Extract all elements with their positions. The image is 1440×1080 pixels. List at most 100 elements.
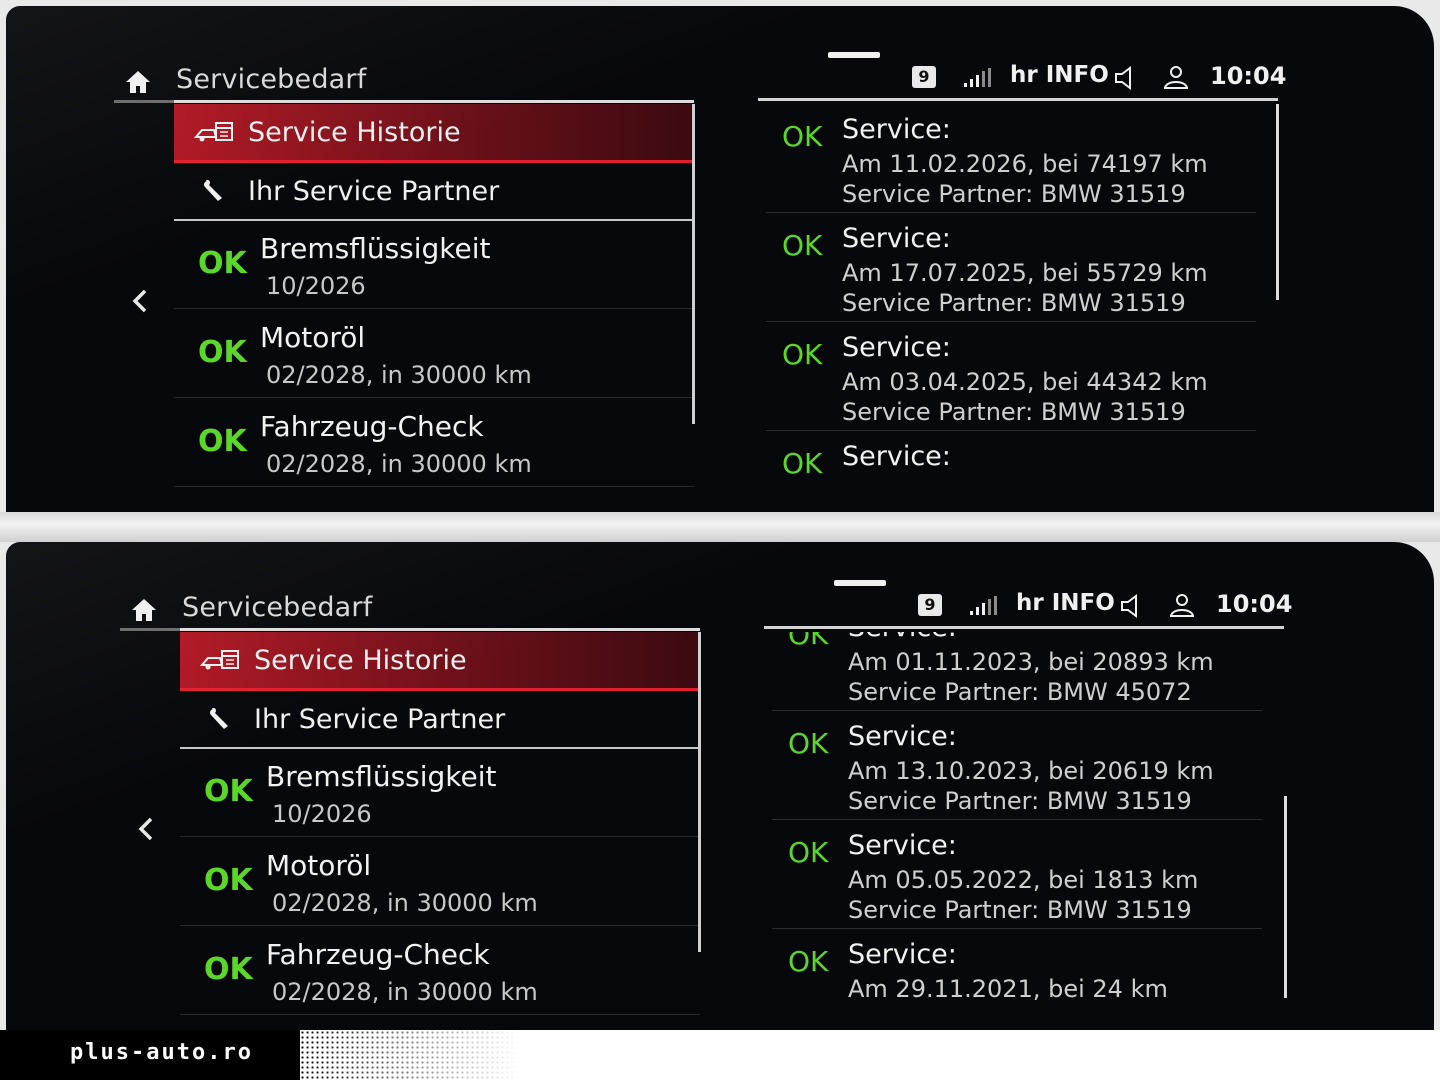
status-badge: OK	[788, 632, 829, 651]
status-notch	[828, 52, 880, 58]
list-item[interactable]: OK Bremsflüssigkeit 10/2026	[174, 220, 694, 309]
history-partner: Service Partner: BMW 31519	[848, 896, 1192, 924]
signal-icon	[964, 68, 991, 87]
service-due: 10/2026	[272, 800, 372, 828]
status-badge: OK	[782, 120, 823, 153]
history-label: Service:	[848, 939, 957, 970]
history-scrollbar[interactable]	[1276, 104, 1279, 300]
history-partner: Service Partner: BMW 31519	[848, 787, 1192, 815]
radio-station[interactable]: hr INFO	[1016, 590, 1115, 616]
speaker-icon[interactable]	[1118, 594, 1144, 618]
status-badge: OK	[198, 424, 247, 459]
list-item[interactable]: OK Fahrzeug-Check 02/2028, in 30000 km	[180, 926, 700, 1015]
history-label: Service:	[848, 830, 957, 861]
status-notch	[834, 580, 886, 586]
user-icon[interactable]	[1168, 592, 1196, 618]
menu-item-label: Ihr Service Partner	[254, 703, 506, 735]
clock: 10:04	[1210, 62, 1287, 90]
history-label: Service:	[842, 441, 951, 472]
history-row[interactable]: OK Service: Am 17.07.2025, bei 55729 km …	[766, 213, 1256, 322]
history-date-km: Am 05.05.2022, bei 1813 km	[848, 866, 1199, 894]
chevron-left-icon[interactable]	[136, 814, 156, 844]
menu-scrollbar[interactable]	[698, 632, 701, 952]
speaker-icon[interactable]	[1112, 66, 1138, 90]
user-icon[interactable]	[1162, 64, 1190, 90]
menu-topline	[174, 100, 694, 103]
signal-icon	[970, 596, 997, 615]
history-row[interactable]: OK Service: Am 05.05.2022, bei 1813 km S…	[772, 820, 1262, 929]
list-item[interactable]: OK Fahrzeug-Check 02/2028, in 30000 km	[174, 398, 694, 487]
status-badge: OK	[204, 863, 253, 898]
status-badge: OK	[788, 727, 829, 760]
history-date-km: Am 11.02.2026, bei 74197 km	[842, 150, 1208, 178]
history-row[interactable]: OK Service: Am 13.10.2023, bei 20619 km …	[772, 711, 1262, 820]
history-label: Service:	[842, 223, 951, 254]
home-icon[interactable]	[124, 68, 152, 96]
menu-scrollbar[interactable]	[692, 104, 695, 424]
history-date-km: Am 17.07.2025, bei 55729 km	[842, 259, 1208, 287]
car-calendar-icon	[194, 122, 233, 142]
service-list: OK Bremsflüssigkeit 10/2026 OK Motoröl 0…	[180, 748, 700, 1015]
history-label: Service:	[848, 632, 957, 643]
history-partner: Service Partner: BMW 31519	[842, 289, 1186, 317]
status-badge: OK	[782, 447, 823, 480]
list-item[interactable]: OK Bremsflüssigkeit 10/2026	[180, 748, 700, 837]
status-bar: 9 hr INFO 10:04	[766, 52, 1287, 96]
service-menu: Service Historie Ihr Service Partner	[174, 104, 694, 221]
menu-topline	[180, 628, 700, 631]
radio-station[interactable]: hr INFO	[1010, 62, 1109, 88]
menu-item-service-history[interactable]: Service Historie	[180, 632, 700, 691]
screen-divider	[0, 512, 1440, 542]
history-scrollbar[interactable]	[1284, 796, 1287, 998]
list-item[interactable]: OK Motoröl 02/2028, in 30000 km	[180, 837, 700, 926]
notification-badge[interactable]: 9	[918, 594, 942, 616]
menu-item-service-partner[interactable]: Ihr Service Partner	[174, 163, 694, 221]
history-row[interactable]: OK Service: Am 29.11.2021, bei 24 km	[772, 929, 1262, 1014]
status-bar: 9 hr INFO 10:04	[772, 580, 1293, 624]
status-badge: OK	[198, 246, 247, 281]
list-item[interactable]: OK Motoröl 02/2028, in 30000 km	[174, 309, 694, 398]
car-calendar-icon	[200, 650, 239, 670]
home-icon[interactable]	[130, 596, 158, 624]
history-row[interactable]: OK Service: Am 11.02.2026, bei 74197 km …	[766, 104, 1256, 213]
history-date-km: Am 29.11.2021, bei 24 km	[848, 975, 1168, 1003]
menu-item-service-partner[interactable]: Ihr Service Partner	[180, 691, 700, 749]
service-name: Fahrzeug-Check	[266, 938, 490, 971]
service-due: 02/2028, in 30000 km	[272, 978, 538, 1006]
history-partner: Service Partner: BMW 31519	[842, 180, 1186, 208]
history-partner: Service Partner: BMW 31519	[842, 398, 1186, 426]
menu-item-service-history[interactable]: Service Historie	[174, 104, 694, 163]
history-date-km: Am 01.11.2023, bei 20893 km	[848, 648, 1214, 676]
idrive-screen-top: Servicebedarf Service Historie Ihr Servi…	[6, 6, 1434, 512]
wrench-icon	[210, 707, 228, 729]
page-title: Servicebedarf	[182, 592, 373, 623]
title-underline	[114, 100, 174, 103]
watermark-bar: plus-auto.ro	[0, 1030, 1440, 1080]
history-row[interactable]: OK Service: Am 01.11.2023, bei 20893 km …	[772, 632, 1262, 711]
status-underline	[758, 98, 1278, 101]
service-history-list: OK Service: Am 01.11.2023, bei 20893 km …	[772, 632, 1262, 1014]
service-name: Bremsflüssigkeit	[260, 232, 491, 265]
menu-item-label: Ihr Service Partner	[248, 175, 500, 207]
history-partner: Service Partner: BMW 45072	[848, 678, 1192, 706]
service-menu: Service Historie Ihr Service Partner	[180, 632, 700, 749]
history-row[interactable]: OK Service: Am 03.04.2025, bei 44342 km …	[766, 322, 1256, 431]
service-name: Motoröl	[266, 849, 372, 882]
service-name: Motoröl	[260, 321, 366, 354]
service-due: 02/2028, in 30000 km	[266, 450, 532, 478]
status-badge: OK	[204, 952, 253, 987]
status-badge: OK	[198, 335, 247, 370]
service-list: OK Bremsflüssigkeit 10/2026 OK Motoröl 0…	[174, 220, 694, 487]
service-due: 02/2028, in 30000 km	[266, 361, 532, 389]
clock: 10:04	[1216, 590, 1293, 618]
menu-item-label: Service Historie	[254, 644, 467, 676]
status-badge: OK	[204, 774, 253, 809]
history-date-km: Am 03.04.2025, bei 44342 km	[842, 368, 1208, 396]
history-row[interactable]: OK Service:	[766, 431, 1256, 498]
watermark-dots	[300, 1030, 520, 1080]
service-name: Bremsflüssigkeit	[266, 760, 497, 793]
chevron-left-icon[interactable]	[130, 286, 150, 316]
status-badge: OK	[782, 338, 823, 371]
wrench-icon	[204, 179, 222, 201]
notification-badge[interactable]: 9	[912, 66, 936, 88]
